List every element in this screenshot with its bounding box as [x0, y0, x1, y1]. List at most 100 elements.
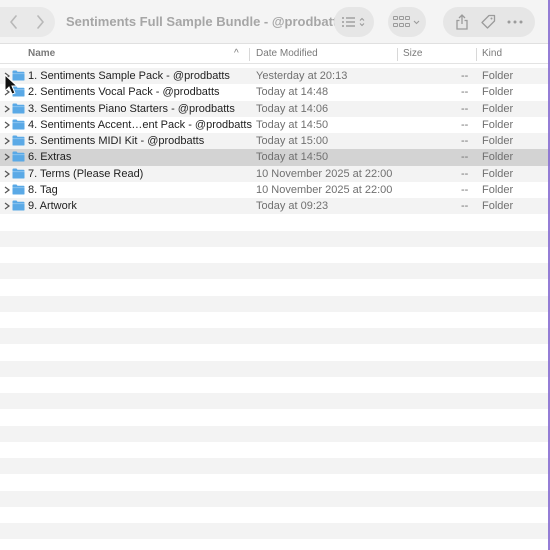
table-row[interactable]: 5. Sentiments MIDI Kit - @prodbatts Today…: [0, 133, 550, 150]
empty-row: [0, 279, 550, 296]
column-header-date-modified[interactable]: Date Modified: [256, 44, 318, 64]
disclosure-triangle-icon[interactable]: [4, 170, 10, 178]
column-divider[interactable]: [397, 48, 398, 61]
file-date-modified: 10 November 2025 at 22:00: [256, 183, 393, 196]
column-header-bar: Name ^ Date Modified Size Kind: [0, 44, 550, 64]
file-kind: Folder: [482, 102, 514, 115]
folder-icon: [12, 119, 25, 130]
empty-row: [0, 409, 550, 426]
file-name: 8. Tag: [28, 183, 58, 196]
chevron-right-icon: [37, 15, 44, 29]
empty-row: [0, 523, 550, 540]
navigation-buttons: [0, 7, 55, 37]
table-row[interactable]: 2. Sentiments Vocal Pack - @prodbatts Tod…: [0, 84, 550, 101]
tag-icon[interactable]: [480, 14, 496, 30]
file-name: 9. Artwork: [28, 200, 77, 212]
share-icon[interactable]: [455, 14, 469, 30]
file-size: --: [461, 86, 469, 99]
folder-icon: [12, 103, 25, 113]
empty-row: [0, 295, 550, 312]
file-kind: Folder: [482, 151, 514, 164]
table-row[interactable]: 1. Sentiments Sample Pack - @prodbatts Ye…: [0, 68, 550, 85]
forward-button[interactable]: [27, 7, 54, 37]
disclosure-triangle-icon[interactable]: [4, 186, 10, 194]
column-header-size[interactable]: Size: [403, 44, 422, 64]
file-date-modified: Today at 14:50: [256, 118, 329, 131]
column-header-kind[interactable]: Kind: [482, 44, 502, 64]
disclosure-triangle-icon[interactable]: [4, 153, 10, 161]
folder-icon: [12, 135, 25, 146]
empty-row: [0, 393, 550, 410]
empty-row: [0, 490, 550, 507]
empty-row: [0, 328, 550, 345]
folder-icon: [12, 168, 25, 178]
empty-row: [0, 474, 550, 491]
file-name: 1. Sentiments Sample Pack - @prodbatts: [28, 70, 230, 82]
file-size: --: [461, 118, 469, 131]
table-row[interactable]: 3. Sentiments Piano Starters - @prodbatt…: [0, 100, 550, 117]
file-date-modified: Today at 14:50: [256, 151, 329, 164]
disclosure-triangle-icon[interactable]: [4, 121, 10, 129]
empty-row: [0, 230, 550, 247]
table-row[interactable]: 4. Sentiments Accent…ent Pack - @prodbat…: [0, 116, 550, 133]
chevron-left-icon: [10, 15, 17, 29]
disclosure-triangle-icon[interactable]: [4, 202, 10, 210]
file-name: 6. Extras: [28, 151, 72, 164]
empty-row: [0, 214, 550, 231]
disclosure-triangle-icon[interactable]: [4, 72, 10, 80]
file-size: --: [461, 200, 469, 212]
column-divider[interactable]: [476, 48, 477, 61]
empty-row: [0, 311, 550, 328]
table-row[interactable]: 6. Extras Today at 14:50 -- Folder: [0, 149, 550, 166]
file-date-modified: Today at 14:48: [256, 86, 329, 99]
back-button[interactable]: [0, 7, 27, 37]
file-kind: Folder: [482, 135, 514, 147]
column-divider[interactable]: [249, 48, 250, 61]
list-view-button[interactable]: [334, 7, 374, 37]
file-kind: Folder: [482, 167, 514, 180]
empty-row: [0, 376, 550, 393]
group-view-button[interactable]: [388, 7, 426, 37]
file-kind: Folder: [482, 200, 514, 212]
file-name: 4. Sentiments Accent…ent Pack - @prodbat…: [28, 118, 252, 131]
table-row[interactable]: 8. Tag 10 November 2025 at 22:00 -- Folder: [0, 181, 550, 198]
file-size: --: [461, 183, 469, 196]
folder-icon: [12, 151, 25, 162]
file-kind: Folder: [482, 86, 514, 99]
file-size: --: [461, 135, 469, 147]
file-kind: Folder: [482, 183, 514, 196]
file-name: 3. Sentiments Piano Starters - @prodbatt…: [28, 102, 235, 115]
empty-row: [0, 506, 550, 523]
file-kind: Folder: [482, 118, 514, 131]
sort-indicator-icon: ^: [234, 48, 239, 59]
empty-row: [0, 246, 550, 263]
file-date-modified: Yesterday at 20:13: [256, 70, 348, 82]
file-date-modified: Today at 14:06: [256, 102, 329, 115]
disclosure-triangle-icon[interactable]: [4, 105, 10, 113]
table-row[interactable]: 9. Artwork Today at 09:23 -- Folder: [0, 198, 550, 215]
file-date-modified: Today at 15:00: [256, 135, 329, 147]
file-date-modified: 10 November 2025 at 22:00: [256, 167, 393, 180]
action-buttons: [443, 7, 535, 37]
folder-icon: [12, 184, 25, 195]
folder-icon: [12, 86, 25, 97]
file-name: 2. Sentiments Vocal Pack - @prodbatts: [28, 86, 220, 99]
empty-row: [0, 344, 550, 361]
window-title: Sentiments Full Sample Bundle - @prodbat…: [66, 14, 345, 29]
column-header-name[interactable]: Name: [28, 44, 55, 64]
file-date-modified: Today at 09:23: [256, 200, 329, 212]
table-row[interactable]: 7. Terms (Please Read) 10 November 2025 a…: [0, 165, 550, 182]
file-kind: Folder: [482, 70, 514, 82]
file-size: --: [461, 151, 469, 164]
folder-icon: [12, 200, 25, 211]
ellipsis-icon[interactable]: [507, 20, 523, 24]
file-size: --: [461, 70, 469, 82]
grid-view-icon: [393, 16, 420, 27]
disclosure-triangle-icon[interactable]: [4, 88, 10, 96]
empty-row: [0, 458, 550, 475]
empty-row: [0, 263, 550, 280]
disclosure-triangle-icon[interactable]: [4, 137, 10, 145]
file-name: 7. Terms (Please Read): [28, 167, 144, 180]
toolbar: Sentiments Full Sample Bundle - @prodbat…: [0, 0, 550, 44]
empty-row: [0, 425, 550, 442]
